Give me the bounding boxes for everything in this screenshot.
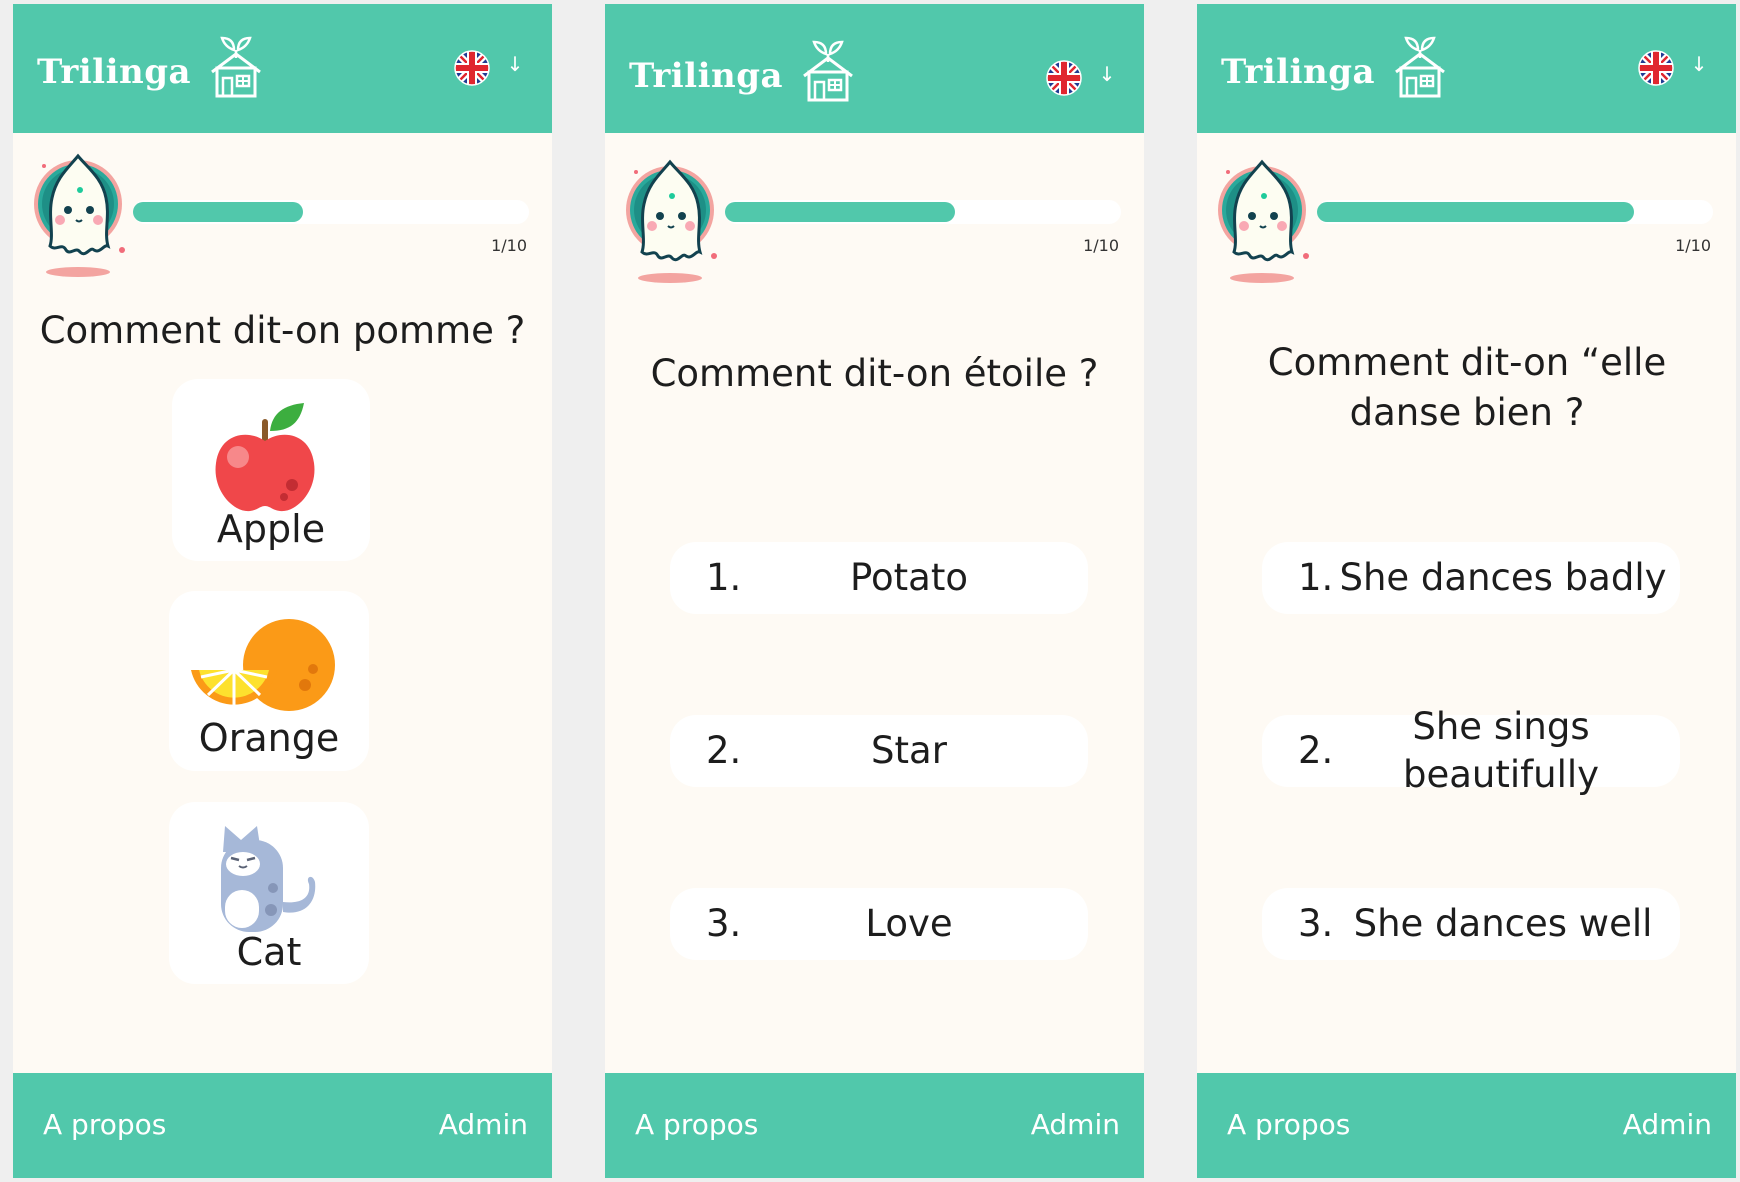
progress-fill <box>133 202 304 222</box>
mascot-avatar <box>30 150 130 280</box>
language-dropdown-arrow[interactable]: ↓ <box>1098 60 1116 88</box>
choice-label: Orange <box>198 716 340 760</box>
progress-bar <box>1317 200 1713 224</box>
app-footer: A propos Admin <box>13 1073 552 1178</box>
uk-flag-icon[interactable] <box>1638 50 1674 86</box>
language-dropdown-arrow[interactable]: ↓ <box>1690 50 1708 78</box>
option-number: 1. <box>706 556 742 599</box>
answer-option[interactable]: 2. She sings beautifully <box>1262 705 1680 796</box>
choice-card-orange[interactable]: Orange <box>169 591 369 771</box>
orange-icon <box>191 619 335 711</box>
progress-bar <box>133 200 529 224</box>
answer-option[interactable]: 1. Potato <box>670 542 1088 614</box>
option-number: 2. <box>1298 729 1334 772</box>
option-text: Star <box>871 729 947 772</box>
app-header: Trilinga ↓ <box>13 4 552 133</box>
uk-flag-icon[interactable] <box>454 50 490 86</box>
admin-link[interactable]: Admin <box>1031 1108 1120 1141</box>
progress-counter: 1/10 <box>1675 236 1711 255</box>
quiz-screen-word-choice: Trilinga ↓ 1/10 Comment dit-on étoile ? … <box>605 4 1144 1178</box>
answer-option[interactable]: 1. She dances badly <box>1262 542 1680 614</box>
option-text: She dances badly <box>1339 556 1667 599</box>
admin-link[interactable]: Admin <box>1623 1108 1712 1141</box>
app-header: Trilinga ↓ <box>1197 4 1736 133</box>
about-link[interactable]: A propos <box>1227 1108 1350 1141</box>
question-text: Comment dit-on pomme ? <box>39 309 526 352</box>
brand-title[interactable]: Trilinga <box>629 56 783 96</box>
question-text: Comment dit-on “elle danse bien ? <box>1267 341 1667 434</box>
option-number: 1. <box>1298 556 1334 599</box>
admin-link[interactable]: Admin <box>439 1108 528 1141</box>
quiz-screen-image-choice: Trilinga ↓ 1/10 Comment dit-on pomme ? A… <box>13 4 552 1178</box>
choice-label: Apple <box>216 507 326 551</box>
progress-fill <box>1317 202 1634 222</box>
uk-flag-icon[interactable] <box>1046 60 1082 96</box>
about-link[interactable]: A propos <box>43 1108 166 1141</box>
question-text: Comment dit-on étoile ? <box>650 352 1099 395</box>
option-text: Potato <box>850 556 968 599</box>
mascot-avatar <box>1214 156 1314 286</box>
choice-label: Cat <box>236 930 302 974</box>
option-number: 2. <box>706 729 742 772</box>
answer-option[interactable]: 3. Love <box>670 888 1088 960</box>
about-link[interactable]: A propos <box>635 1108 758 1141</box>
option-text: She dances well <box>1353 902 1653 945</box>
answer-option[interactable]: 3. She dances well <box>1262 888 1680 960</box>
house-icon[interactable] <box>208 30 264 100</box>
house-icon[interactable] <box>1392 30 1448 100</box>
mascot-avatar <box>622 156 722 286</box>
brand-title[interactable]: Trilinga <box>37 52 191 92</box>
choice-card-cat[interactable]: Cat <box>169 802 369 984</box>
app-footer: A propos Admin <box>1197 1073 1736 1178</box>
progress-counter: 1/10 <box>491 236 527 255</box>
option-number: 3. <box>1298 902 1334 945</box>
cat-icon <box>221 826 316 932</box>
option-text: Love <box>865 902 953 945</box>
progress-bar <box>725 200 1121 224</box>
house-icon[interactable] <box>800 34 856 104</box>
apple-icon <box>215 403 315 512</box>
language-dropdown-arrow[interactable]: ↓ <box>506 50 524 78</box>
option-number: 3. <box>706 902 742 945</box>
progress-counter: 1/10 <box>1083 236 1119 255</box>
quiz-screen-sentence-choice: Trilinga ↓ 1/10 Comment dit-on “elle dan… <box>1197 4 1736 1178</box>
option-text: She sings beautifully <box>1402 705 1600 796</box>
app-footer: A propos Admin <box>605 1073 1144 1178</box>
progress-fill <box>725 202 955 222</box>
choice-card-apple[interactable]: Apple <box>172 379 370 561</box>
answer-option[interactable]: 2. Star <box>670 715 1088 787</box>
brand-title[interactable]: Trilinga <box>1221 52 1375 92</box>
app-header: Trilinga ↓ <box>605 4 1144 133</box>
